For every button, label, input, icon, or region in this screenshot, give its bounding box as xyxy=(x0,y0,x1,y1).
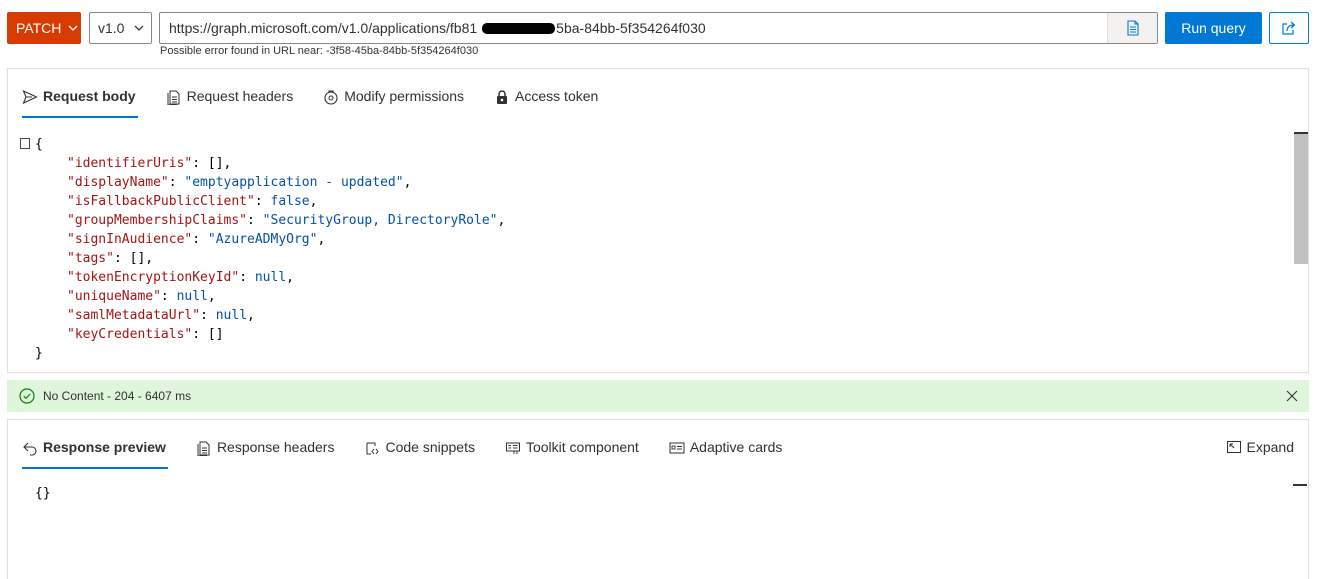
response-tabs: Response preview Response headers Code s… xyxy=(22,435,812,469)
close-icon[interactable] xyxy=(1285,389,1299,403)
share-icon xyxy=(1282,21,1296,35)
check-circle-icon xyxy=(19,388,35,404)
response-body: {} xyxy=(35,486,51,501)
json-comma: , xyxy=(207,289,216,304)
share-button[interactable] xyxy=(1269,12,1309,44)
json-key: "tokenEncryptionKeyId" xyxy=(67,270,240,285)
fold-toggle[interactable] xyxy=(20,138,30,149)
request-tabs: Request body Request headers Modify perm… xyxy=(22,84,628,118)
chevron-down-icon xyxy=(135,25,144,31)
json-comma: , xyxy=(497,213,506,228)
url-suffix: 5ba-84bb-5f354264f030 xyxy=(556,20,706,36)
json-key: "samlMetadataUrl" xyxy=(67,308,201,323)
json-value: false xyxy=(270,194,310,209)
code-line: "keyCredentials": [] xyxy=(67,327,224,342)
redaction-mark xyxy=(482,23,555,34)
tab-response-headers[interactable]: Response headers xyxy=(196,435,335,469)
url-document-button[interactable] xyxy=(1107,13,1157,43)
response-scrollbar-edge xyxy=(1293,484,1307,486)
json-value: "emptyapplication - updated" xyxy=(184,175,404,190)
request-panel: Request body Request headers Modify perm… xyxy=(7,68,1309,373)
document-icon xyxy=(1126,20,1139,36)
json-key: "groupMembershipClaims" xyxy=(67,213,248,228)
card-icon xyxy=(669,442,685,454)
tab-request-headers[interactable]: Request headers xyxy=(166,84,294,118)
tab-label: Modify permissions xyxy=(344,88,465,104)
tab-label: Request body xyxy=(43,88,136,104)
document-icon xyxy=(197,441,210,456)
api-version-dropdown[interactable]: v1.0 xyxy=(89,12,152,44)
tab-response-preview[interactable]: Response preview xyxy=(22,435,168,469)
json-key: "displayName" xyxy=(67,175,169,190)
code-line: "displayName": "emptyapplication - updat… xyxy=(67,175,412,190)
url-input[interactable]: https://graph.microsoft.com/v1.0/applica… xyxy=(159,12,1158,44)
tab-toolkit-component[interactable]: Toolkit component xyxy=(505,435,639,469)
response-panel: Response preview Response headers Code s… xyxy=(7,419,1309,579)
json-key: "signInAudience" xyxy=(67,232,193,247)
code-line: "samlMetadataUrl": null, xyxy=(67,308,255,323)
json-comma: , xyxy=(286,270,294,285)
code-line: "identifierUris": [], xyxy=(67,156,232,171)
http-method-label: PATCH xyxy=(16,20,62,36)
json-value: null xyxy=(254,270,287,285)
code-line: "tokenEncryptionKeyId": null, xyxy=(67,270,294,285)
code-open-brace: { xyxy=(35,137,43,152)
tab-access-token[interactable]: Access token xyxy=(494,84,598,118)
chevron-down-icon xyxy=(68,25,78,31)
tab-label: Response headers xyxy=(216,439,335,455)
json-value: [], xyxy=(129,251,154,266)
tab-label: Access token xyxy=(515,88,599,104)
toolkit-icon xyxy=(505,442,520,454)
code-line: "isFallbackPublicClient": false, xyxy=(67,194,318,209)
tab-code-snippets[interactable]: Code snippets xyxy=(364,435,475,469)
json-value: [], xyxy=(207,156,232,171)
send-icon xyxy=(22,89,38,105)
code-icon xyxy=(366,442,380,455)
json-value: null xyxy=(215,308,248,323)
tab-label: Toolkit component xyxy=(525,439,639,455)
json-key: "identifierUris" xyxy=(67,156,193,171)
run-query-button[interactable]: Run query xyxy=(1165,12,1262,44)
tab-request-body[interactable]: Request body xyxy=(22,84,138,118)
undo-icon xyxy=(23,442,37,456)
tab-label: Request headers xyxy=(186,88,294,104)
json-value: [] xyxy=(207,327,224,342)
scrollbar-thumb[interactable] xyxy=(1294,134,1308,264)
json-comma: , xyxy=(317,232,326,247)
tab-label: Code snippets xyxy=(385,439,475,455)
document-icon xyxy=(167,90,180,105)
json-key: "keyCredentials" xyxy=(67,327,193,342)
url-prefix: https://graph.microsoft.com/v1.0/applica… xyxy=(169,20,478,36)
status-message: No Content - 204 - 6407 ms xyxy=(43,389,192,403)
json-value: null xyxy=(176,289,208,304)
expand-icon xyxy=(1226,441,1241,453)
json-comma: , xyxy=(309,194,318,209)
lock-icon xyxy=(497,90,508,104)
status-bar: No Content - 204 - 6407 ms xyxy=(7,380,1309,412)
url-value: https://graph.microsoft.com/v1.0/applica… xyxy=(160,20,1107,36)
json-key: "isFallbackPublicClient" xyxy=(67,194,255,209)
json-comma: , xyxy=(403,175,412,190)
shield-icon xyxy=(324,90,338,105)
json-key: "tags" xyxy=(67,251,114,266)
http-method-dropdown[interactable]: PATCH xyxy=(7,12,81,44)
json-value: "SecurityGroup, DirectoryRole" xyxy=(262,213,498,228)
code-line: "tags": [], xyxy=(67,251,154,266)
url-error-hint: Possible error found in URL near: -3f58-… xyxy=(160,45,479,57)
code-line: "groupMembershipClaims": "SecurityGroup,… xyxy=(67,213,506,228)
expand-button[interactable]: Expand xyxy=(1226,439,1294,455)
code-close-brace: } xyxy=(35,346,43,361)
tab-label: Adaptive cards xyxy=(689,439,783,455)
json-value: "AzureADMyOrg" xyxy=(207,232,318,247)
code-line: "signInAudience": "AzureADMyOrg", xyxy=(67,232,326,247)
tab-modify-permissions[interactable]: Modify permissions xyxy=(323,84,464,118)
json-comma: , xyxy=(247,308,255,323)
tab-label: Response preview xyxy=(43,439,166,455)
expand-label: Expand xyxy=(1246,439,1294,455)
tab-adaptive-cards[interactable]: Adaptive cards xyxy=(669,435,783,469)
code-line: "uniqueName": null, xyxy=(67,289,216,304)
api-version-label: v1.0 xyxy=(98,20,125,36)
request-body-editor[interactable]: { "identifierUris": [], "displayName": "… xyxy=(8,133,1294,363)
json-key: "uniqueName" xyxy=(67,289,161,304)
